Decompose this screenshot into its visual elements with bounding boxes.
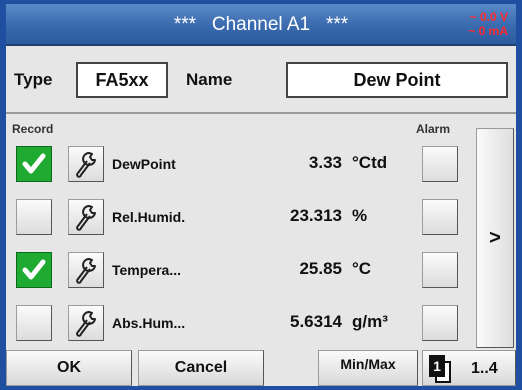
channel-screen: *** Channel A1 *** ~ 0.0 V ~ 0 mA Type F… [6,4,516,386]
parameter-unit: % [352,206,368,225]
voltage-readout: ~ 0.0 V [469,10,508,24]
record-checkbox[interactable] [16,199,52,235]
configure-button[interactable] [68,199,104,235]
type-name-row: Type FA5xx Name Dew Point [6,50,516,110]
alarm-checkbox[interactable] [422,199,458,235]
current-readout: ~ 0 mA [468,24,508,38]
configure-button[interactable] [68,252,104,288]
minmax-button[interactable]: Min/Max [318,350,418,386]
record-header: Record [12,122,54,136]
type-label: Type [14,70,53,89]
title-decor-right: *** [325,14,349,35]
alarm-checkbox[interactable] [422,252,458,288]
title-decor-left: *** [173,14,197,35]
cancel-button[interactable]: Cancel [138,350,264,386]
title-bar: *** Channel A1 *** ~ 0.0 V ~ 0 mA [6,4,516,46]
parameter-unit: °C [352,259,372,278]
page-selector-button[interactable]: 1 1..4 [422,350,516,386]
parameter-unit: °Ctd [352,153,388,172]
parameter-name: Abs.Hum... [112,315,186,331]
parameter-value: 23.313 [290,206,342,225]
alarm-header: Alarm [416,122,451,136]
parameter-value: 5.6314 [290,312,342,331]
ok-button[interactable]: OK [6,350,132,386]
parameter-name: Tempera... [112,262,181,278]
parameter-value: 25.85 [299,259,342,278]
section-divider [6,112,516,114]
next-page-button[interactable]: > [476,128,514,348]
title-channel: Channel A1 [211,14,311,35]
configure-button[interactable] [68,305,104,341]
record-checkbox[interactable] [16,146,52,182]
parameter-unit: g/m³ [352,312,388,331]
configure-button[interactable] [68,146,104,182]
page-range: 1..4 [471,360,498,377]
page-number-icon: 1 [429,355,445,377]
alarm-checkbox[interactable] [422,305,458,341]
bottom-toolbar: OK Cancel Min/Max 1 1..4 [6,348,516,386]
type-field[interactable]: FA5xx [76,62,168,98]
signal-readout: ~ 0.0 V ~ 0 mA [454,10,508,38]
parameter-name: Rel.Humid. [112,209,186,225]
parameter-name: DewPoint [112,156,176,172]
window-title: *** Channel A1 *** [6,4,516,46]
record-checkbox[interactable] [16,252,52,288]
record-checkbox[interactable] [16,305,52,341]
name-label: Name [186,70,233,89]
parameter-value: 3.33 [308,153,342,172]
alarm-checkbox[interactable] [422,146,458,182]
name-field[interactable]: Dew Point [286,62,508,98]
